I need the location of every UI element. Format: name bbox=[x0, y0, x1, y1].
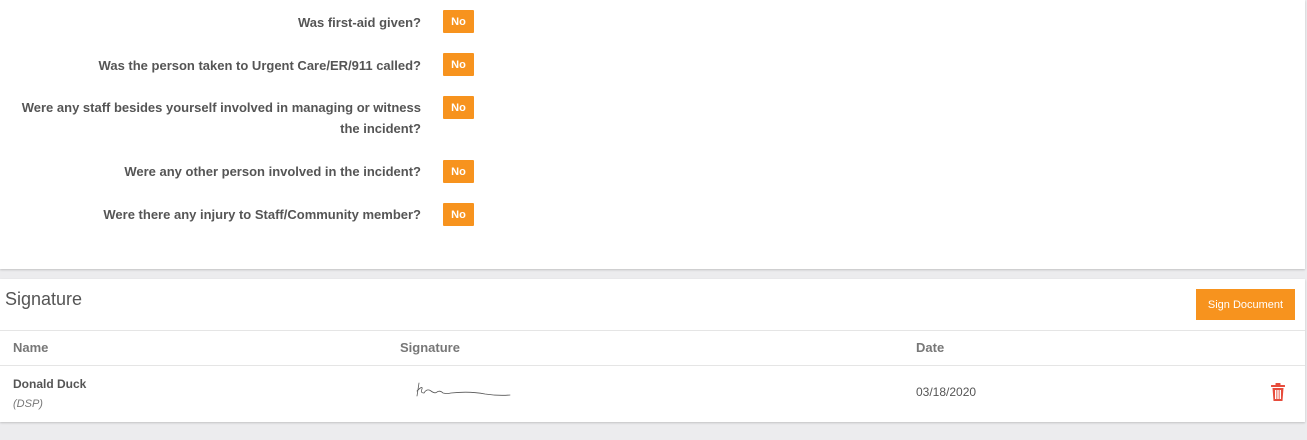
question-label-urgent-care: Was the person taken to Urgent Care/ER/9… bbox=[98, 58, 421, 73]
question-label-staff-involved: Were any staff besides yourself involved… bbox=[21, 100, 421, 136]
signature-section-title: Signature bbox=[5, 289, 83, 309]
question-label-injury: Were there any injury to Staff/Community… bbox=[103, 207, 421, 222]
answer-badge-first-aid: No bbox=[443, 10, 474, 33]
table-header-divider bbox=[0, 365, 1305, 366]
handwritten-signature bbox=[416, 382, 511, 397]
trash-icon[interactable] bbox=[1270, 383, 1286, 401]
header-divider bbox=[0, 330, 1305, 331]
signature-card: Signature Sign Document Name Signature D… bbox=[0, 279, 1305, 422]
signer-role: (DSP) bbox=[13, 398, 43, 410]
question-label-other-person: Were any other person involved in the in… bbox=[124, 164, 421, 179]
question-label-first-aid: Was first-aid given? bbox=[297, 15, 421, 30]
incident-questions-card: Was first-aid given? No Was the person t… bbox=[0, 0, 1305, 269]
column-header-name: Name bbox=[13, 340, 49, 355]
answer-badge-injury: No bbox=[443, 203, 474, 226]
answer-badge-urgent-care: No bbox=[443, 53, 474, 76]
sign-document-button[interactable]: Sign Document bbox=[1196, 289, 1295, 320]
signer-name: Donald Duck bbox=[13, 377, 87, 391]
column-header-date: Date bbox=[916, 340, 945, 355]
answer-badge-other-person: No bbox=[443, 160, 474, 183]
answer-badge-staff-involved: No bbox=[443, 96, 474, 119]
column-header-signature: Signature bbox=[400, 340, 460, 355]
signature-date: 03/18/2020 bbox=[916, 385, 977, 399]
